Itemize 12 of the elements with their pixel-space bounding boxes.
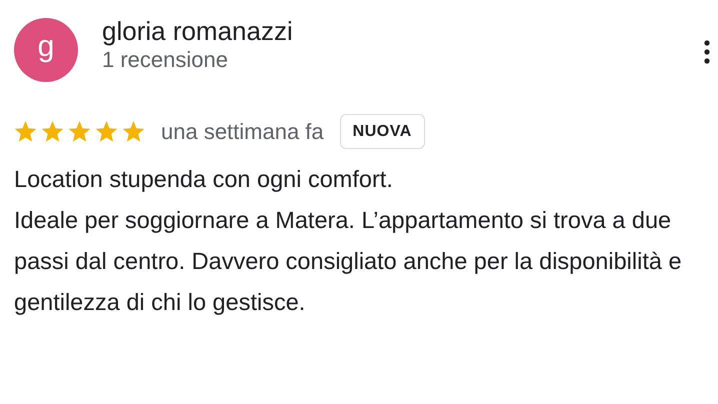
star-icon xyxy=(122,120,145,143)
more-options-icon[interactable] xyxy=(704,40,710,64)
star-icon xyxy=(41,120,64,143)
avatar[interactable]: g xyxy=(14,18,78,82)
review-text: Location stupenda con ogni comfort. Ideale per soggiornare a Matera. L’appartamento si trova a due passi dal centro. Davvero consigliato anche per la disponibilità e gentilezza di chi lo gestisce. xyxy=(14,165,683,318)
star-icon xyxy=(95,120,118,143)
new-badge: NUOVA xyxy=(340,114,425,150)
review-count: 1 recensione xyxy=(102,47,229,74)
star-icon xyxy=(14,120,37,143)
star-icon xyxy=(68,120,91,143)
reviewer-name[interactable]: gloria romanazzi xyxy=(102,16,704,48)
review-date: una settimana fa xyxy=(161,118,324,146)
